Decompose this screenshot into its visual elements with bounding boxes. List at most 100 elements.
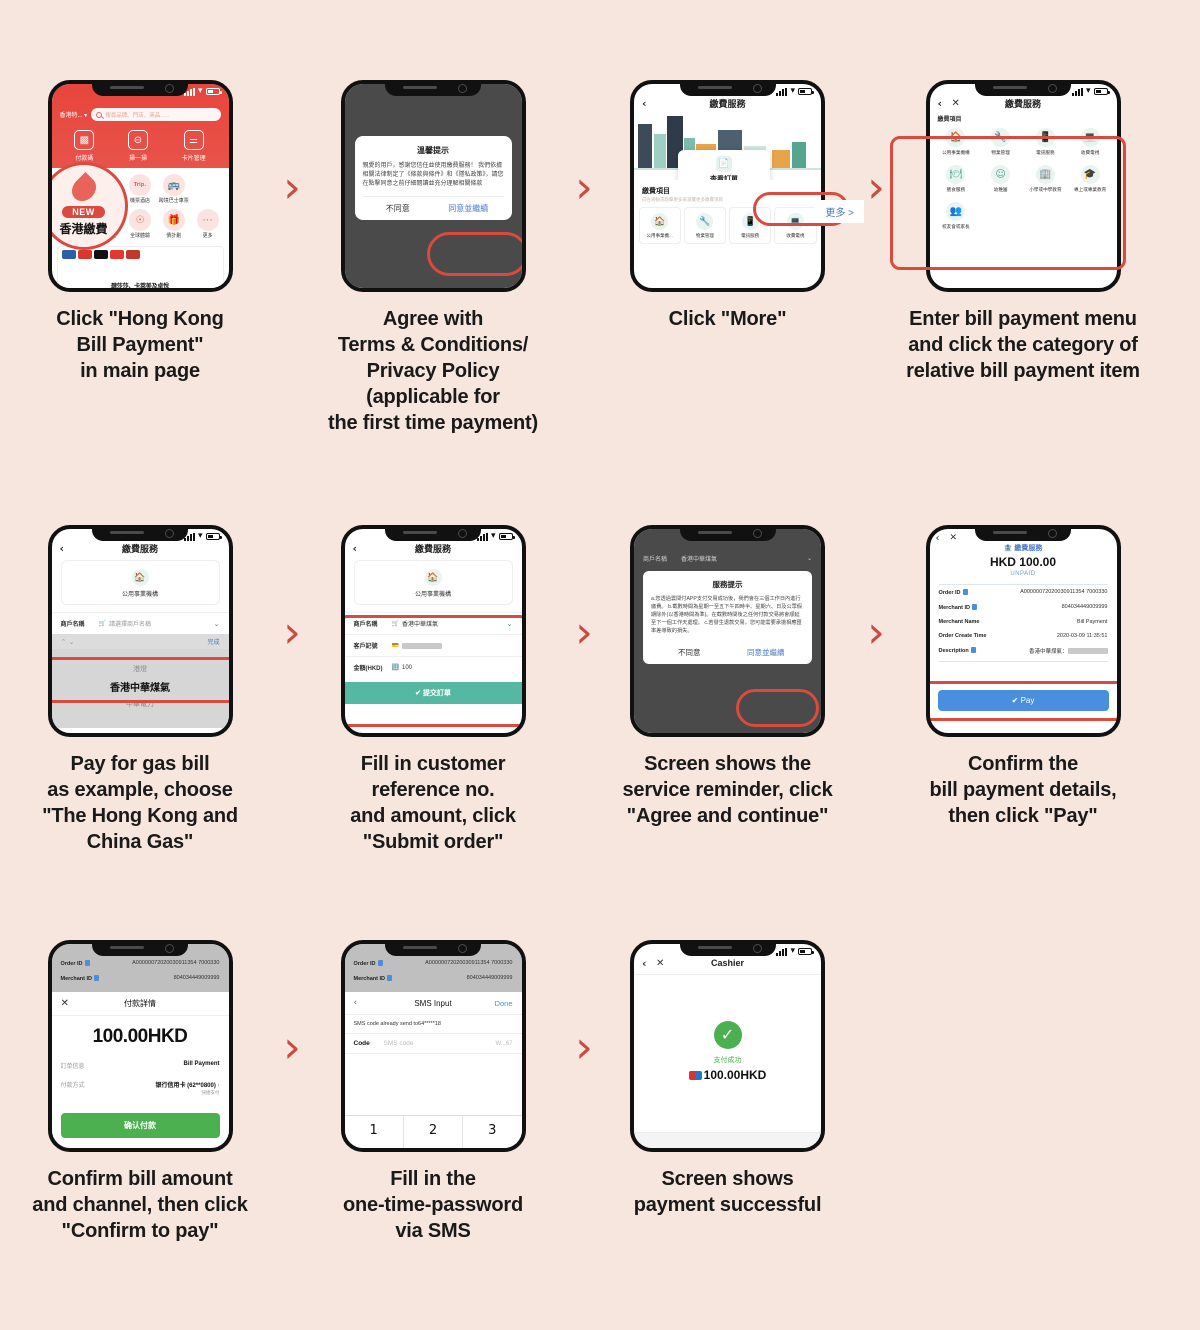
grid-item-crossborder-bus[interactable]: 🚌 跨境巴士車票: [157, 174, 191, 204]
menu-item-label: 電訊服務: [1036, 150, 1055, 155]
copy-icon: [93, 975, 99, 981]
quick-action-cards[interactable]: ⚌ 卡片管理: [182, 130, 206, 162]
category-label: 收費電視: [786, 233, 805, 238]
pay-button[interactable]: ✔ Pay: [937, 690, 1109, 711]
back-icon[interactable]: ‹: [938, 98, 943, 110]
close-icon[interactable]: ✕: [656, 958, 664, 970]
app-header: 香港特... ▾ 搜尋品牌、門店、商品...... ▩ 付款碼 ⊝ 掃一掃 ⚌ …: [51, 84, 229, 168]
menu-item-kindergarten[interactable]: ☺ 幼稚園: [978, 165, 1023, 193]
menu-item-higher-education[interactable]: 🎓 專上或專業教育: [1068, 165, 1113, 193]
category-label: 公用事業機...: [646, 233, 673, 238]
caption-line: "Agree and continue": [626, 805, 829, 827]
quick-action-paycode[interactable]: ▩ 付款碼: [74, 130, 95, 162]
dialog-body: 親愛的用戶，感謝您信任並使用繳費服務！ 我們依據相關法律制定了《條款與條件》和《…: [362, 163, 504, 187]
bus-icon: 🚌: [162, 174, 185, 196]
grid-item-gift[interactable]: 🎁 債計劃: [157, 209, 191, 239]
agree-and-continue-button[interactable]: 同意並繼續: [433, 197, 504, 220]
key-1[interactable]: 1: [345, 1116, 404, 1148]
city-selector[interactable]: 香港特... ▾: [60, 110, 88, 119]
more-button[interactable]: 更多 >: [815, 200, 864, 223]
battery-icon: [205, 88, 222, 95]
key-3[interactable]: 3: [463, 1116, 521, 1148]
picker-option-above[interactable]: [52, 651, 229, 662]
search-input[interactable]: 搜尋品牌、門店、商品......: [91, 108, 221, 121]
merchant-name-field[interactable]: 商戶名稱 🛒 請選擇商戶名稱 ⌄: [51, 612, 229, 634]
row-value: 804034449009999: [173, 975, 220, 981]
code-input[interactable]: SMS code: [384, 1040, 496, 1047]
back-icon[interactable]: ‹: [60, 543, 65, 555]
confirm-to-pay-button[interactable]: 确认付款: [60, 1113, 220, 1138]
amount-field[interactable]: 金額(HKD) 🔢 100: [344, 656, 522, 678]
close-icon[interactable]: ✕: [952, 98, 960, 110]
back-icon[interactable]: ‹: [936, 533, 940, 544]
decline-button[interactable]: 不同意: [651, 641, 728, 664]
step-3: ▾ ‹ 繳費服務 📄 查看訂單 繳費項目 向左滑動或點擊更多來瀏覽更多繳費項目 …: [605, 80, 864, 332]
menu-item-label: 物業管理: [991, 150, 1010, 155]
menu-item-property[interactable]: 🔧 物業管理: [978, 128, 1023, 156]
caption-line: reference no.: [371, 779, 495, 801]
copy-icon[interactable]: [970, 647, 976, 653]
menu-item-meal[interactable]: 🍽 膳食服務: [934, 165, 979, 193]
utility-card: 🏠 公用事業機構: [353, 560, 513, 605]
caption-line: Click "Hong Kong: [56, 308, 224, 330]
menu-item-school[interactable]: 🏢 小學或中學教育: [1023, 165, 1068, 193]
caption-line: Confirm bill amount: [47, 1168, 233, 1190]
menu-item-telecom[interactable]: 📱 電訊服務: [1023, 128, 1068, 156]
quick-action-scan[interactable]: ⊝ 掃一掃: [127, 130, 148, 162]
category-tv[interactable]: 💻 收費電視: [774, 207, 817, 244]
back-icon[interactable]: ‹: [353, 543, 358, 555]
promo-banner[interactable]: 肆莎莎、卡萊美及卓悅 指定店「滿千減百」｜限時優惠限量: [56, 246, 224, 288]
customer-reference-field[interactable]: 客戶記號 💳: [344, 634, 522, 656]
category-utilities[interactable]: 🏠 公用事業機...: [638, 207, 681, 244]
grid-item-more[interactable]: ⋯ 更多: [191, 209, 225, 239]
key-2[interactable]: 2: [404, 1116, 464, 1148]
view-order-label: 查看訂單: [710, 176, 738, 180]
menu-item-alumni[interactable]: 👥 校友會或家長: [934, 202, 979, 230]
row-key: Merchant ID: [354, 975, 392, 982]
payment-method-row[interactable]: 付款方式 银行信用卡 (62**0800) › 快捷支付: [52, 1075, 229, 1101]
close-icon[interactable]: ✕: [950, 533, 958, 543]
view-order-popup[interactable]: 📄 查看訂單: [678, 150, 770, 180]
back-icon[interactable]: ‹: [642, 958, 647, 970]
category-telecom[interactable]: 📱 電訊服務: [729, 207, 772, 244]
chevron-right-icon[interactable]: ›: [218, 1083, 220, 1089]
picker-option[interactable]: 港燈: [52, 662, 229, 676]
menu-item-tv[interactable]: 💻 收費電視: [1068, 128, 1113, 156]
picker-arrows[interactable]: ⌃ ⌄: [61, 638, 75, 646]
copy-icon[interactable]: [971, 604, 977, 610]
decline-button[interactable]: 不同意: [363, 197, 434, 220]
code-input-row[interactable]: Code SMS code W...67: [344, 1033, 522, 1054]
picker-option-selected[interactable]: 香港中華煤氣: [52, 676, 229, 697]
done-button[interactable]: Done: [495, 999, 513, 1008]
phone-notch: [92, 944, 188, 956]
wifi-icon: ▾: [490, 531, 496, 541]
flow-arrow: ›: [575, 1022, 593, 1073]
banner-title: 肆莎莎、卡萊美及卓悅: [110, 284, 169, 288]
phone-notch: [385, 529, 481, 541]
copy-icon: [386, 975, 392, 981]
menu-item-utilities[interactable]: 🏠 公用事業機構: [934, 128, 979, 156]
chevron-down-icon[interactable]: ⌄: [507, 620, 513, 628]
phone-screen-order-detail: ‹ ✕ 🏦 繳費服務 HKD 100.00 UNPAID Order ID A0…: [925, 525, 1121, 737]
chevron-down-icon[interactable]: ⌄: [214, 620, 220, 628]
agree-and-continue-button[interactable]: 同意並繼續: [728, 641, 805, 664]
resend-timer[interactable]: W...67: [495, 1041, 512, 1047]
picker-option[interactable]: 中華電力: [52, 697, 229, 711]
merchant-picker-wheel[interactable]: 港燈 香港中華煤氣 中華電力: [51, 649, 229, 728]
caption-line: Fill in the: [390, 1168, 476, 1190]
grid-item-trip[interactable]: Trip. 機票酒店: [123, 174, 157, 204]
picker-option-below[interactable]: [52, 711, 229, 722]
grid-item-global[interactable]: ☉ 全球體驗: [123, 209, 157, 239]
category-property[interactable]: 🔧 物業管理: [683, 207, 726, 244]
picker-done-button[interactable]: 完成: [207, 637, 219, 646]
row-key: Merchant Name: [938, 619, 980, 625]
wrench-icon: 🔧: [991, 128, 1011, 147]
merchant-name-field[interactable]: 商戶名稱 🛒 香港中華煤氣 ⌄: [344, 612, 522, 634]
submit-order-button[interactable]: ✔ 提交訂單: [344, 682, 522, 704]
school-icon: 🏢: [1035, 165, 1055, 184]
card-brand-icon: [688, 1070, 702, 1080]
dialog-body: a.您透過雲間付APP支付交易成功後，我們會在三個工作日內進行繳費。 b.截數時…: [651, 596, 803, 634]
caption-line: via SMS: [395, 1220, 471, 1242]
copy-icon[interactable]: [962, 589, 968, 595]
phone-screen-category-menu: ▾ ‹ ✕ 繳費服務 繳費項目 🏠 公用事業機構 🔧 物業管理 📱 電訊服務 💻…: [925, 80, 1121, 292]
